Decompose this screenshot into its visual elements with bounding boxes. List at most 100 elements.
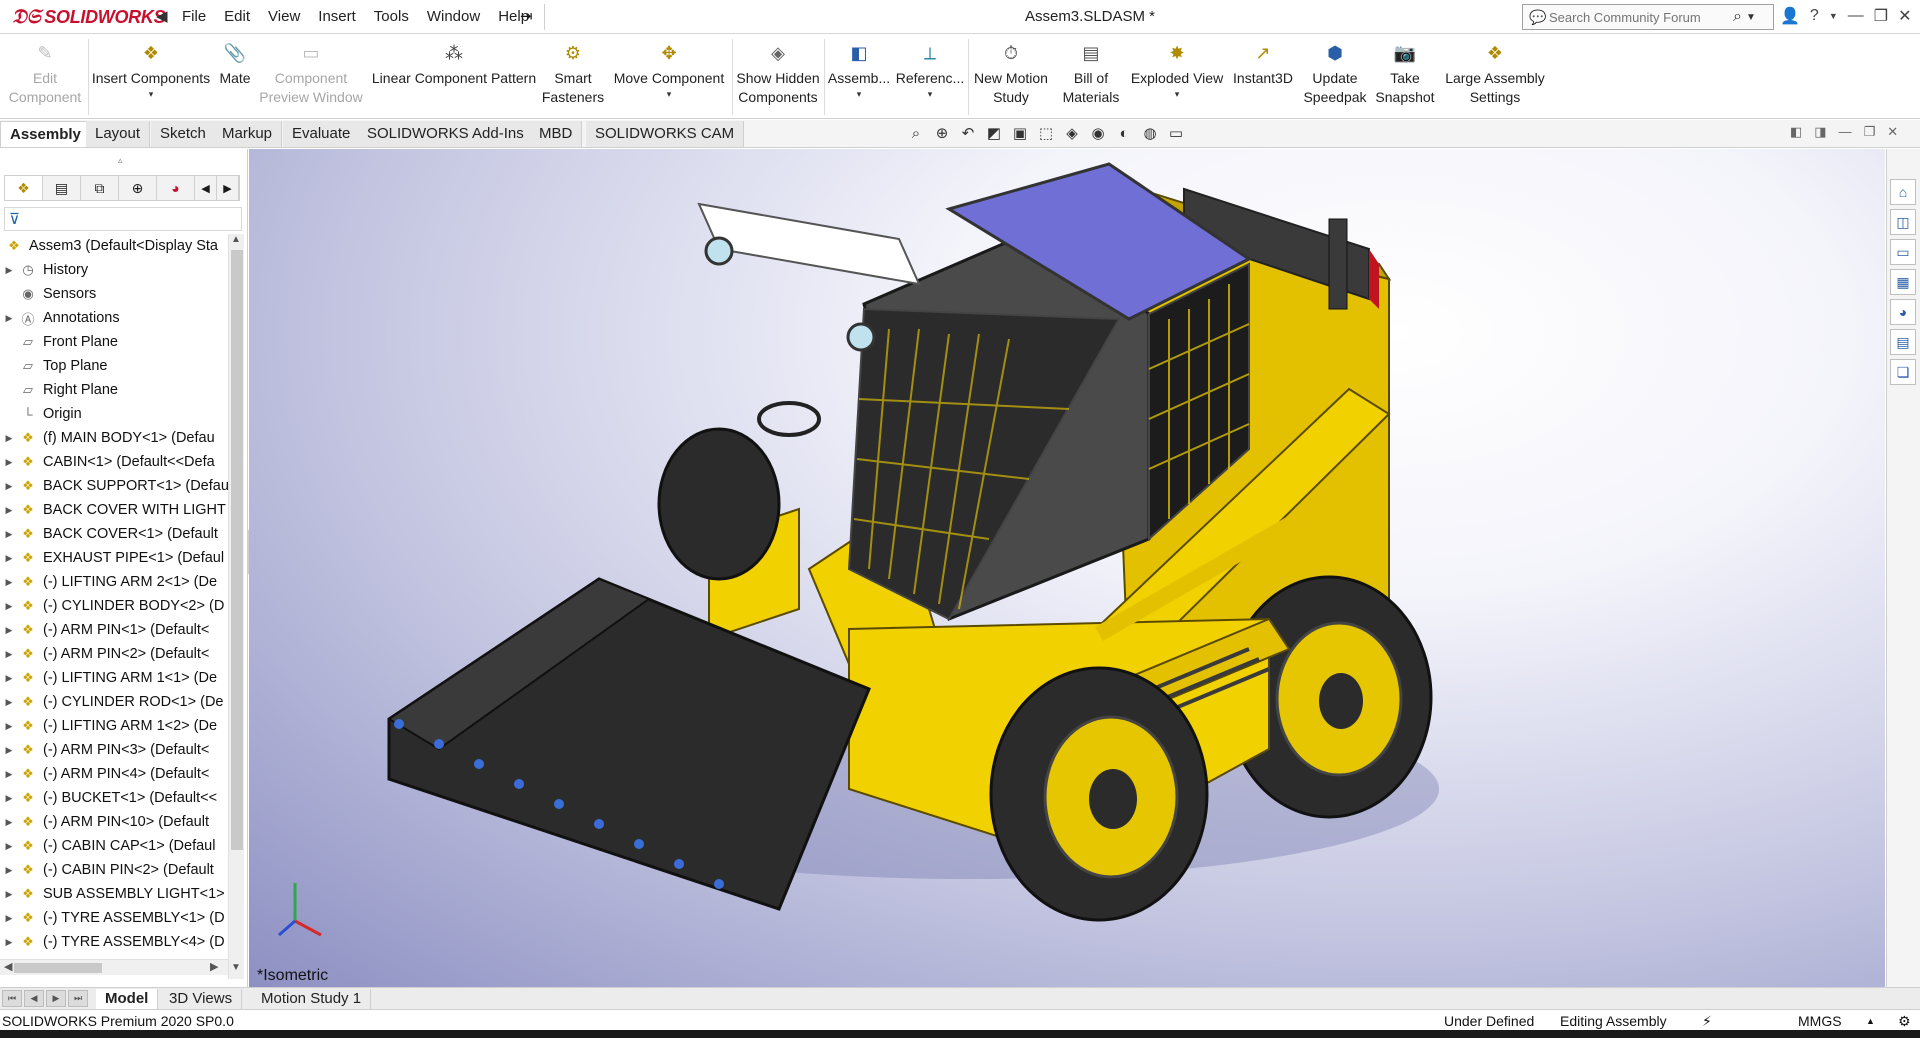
tile-right-icon[interactable]: ◨: [1814, 124, 1826, 140]
component-preview-window-button[interactable]: ▭ Component Preview Window: [258, 35, 364, 119]
large-assembly-settings-button[interactable]: ❖ Large Assembly Settings: [1442, 35, 1548, 119]
pin-menu-icon[interactable]: ⇥: [520, 7, 533, 25]
tree-item[interactable]: ▶ ❖ (-) CABIN PIN<2> (Default: [0, 858, 228, 882]
tree-filter[interactable]: ⊽: [4, 207, 242, 231]
tree-root[interactable]: ❖ Assem3 (Default<Display Sta: [0, 234, 228, 258]
tree-expand-icon[interactable]: ▶: [0, 601, 18, 612]
scroll-thumb[interactable]: [231, 250, 243, 850]
tab-motion-study-1[interactable]: Motion Study 1: [252, 989, 372, 1010]
tab-3d-views[interactable]: 3D Views: [160, 989, 243, 1010]
doc-restore-icon[interactable]: ❐: [1864, 124, 1876, 140]
tree-expand-icon[interactable]: ▶: [0, 433, 18, 444]
configuration-manager-tab-icon[interactable]: ⧉: [81, 176, 119, 200]
linear-component-pattern-button[interactable]: ⁂ Linear Component Pattern: [368, 35, 540, 119]
tree-expand-icon[interactable]: ▶: [0, 313, 18, 324]
tabs-scroll-right-icon[interactable]: ▶: [217, 176, 239, 200]
doc-minimize-icon[interactable]: —: [1839, 124, 1852, 140]
doc-close-icon[interactable]: ✕: [1887, 124, 1898, 140]
menu-tools[interactable]: Tools: [374, 8, 409, 25]
menu-insert[interactable]: Insert: [318, 8, 356, 25]
tab-model[interactable]: Model: [96, 989, 159, 1010]
tab-evaluate[interactable]: Evaluate: [283, 121, 361, 147]
tab-assembly[interactable]: Assembly: [0, 121, 91, 147]
tree-item[interactable]: ▶ ❖ BACK SUPPORT<1> (Defau: [0, 474, 228, 498]
tab-solidworks-cam[interactable]: SOLIDWORKS CAM: [586, 121, 745, 147]
rebuild-icon[interactable]: ⚡: [1702, 1013, 1712, 1030]
tree-expand-icon[interactable]: ▶: [0, 769, 18, 780]
user-icon[interactable]: 👤: [1780, 6, 1800, 26]
dimxpert-tab-icon[interactable]: ⊕: [119, 176, 157, 200]
help-icon[interactable]: ?: [1810, 7, 1819, 25]
zoom-to-fit-icon[interactable]: ⌕: [906, 125, 926, 142]
tree-item[interactable]: ▶ ❖ (-) CABIN CAP<1> (Defaul: [0, 834, 228, 858]
tree-expand-icon[interactable]: ▶: [0, 649, 18, 660]
tree-item[interactable]: ▶ ❖ (-) ARM PIN<1> (Default<: [0, 618, 228, 642]
apply-scene-icon[interactable]: ◍: [1140, 124, 1160, 142]
tree-expand-icon[interactable]: ▶: [0, 793, 18, 804]
tree-item[interactable]: ▶ ❖ (-) LIFTING ARM 1<1> (De: [0, 666, 228, 690]
tabs-scroll-left-icon[interactable]: ◀: [195, 176, 217, 200]
tree-item[interactable]: ▶ ❖ (-) ARM PIN<3> (Default<: [0, 738, 228, 762]
tree-item[interactable]: ▱ Front Plane: [0, 330, 228, 354]
assembly-features-button[interactable]: ◧ Assemb... ▾: [826, 35, 892, 119]
assembly-features-dropdown-icon[interactable]: ▾: [857, 88, 862, 100]
minimize-icon[interactable]: —: [1848, 7, 1864, 25]
tree-item[interactable]: ▶ ❖ (-) LIFTING ARM 1<2> (De: [0, 714, 228, 738]
tree-item[interactable]: ▶ ❖ (-) BUCKET<1> (Default<<: [0, 786, 228, 810]
tree-expand-icon[interactable]: ▶: [0, 721, 18, 732]
take-snapshot-button[interactable]: 📷 Take Snapshot: [1372, 35, 1438, 119]
reference-geometry-button[interactable]: ⟂ Referenc... ▾: [894, 35, 966, 119]
zoom-to-area-icon[interactable]: ⊕: [932, 124, 952, 142]
custom-properties-icon[interactable]: ▤: [1890, 329, 1916, 355]
new-motion-study-button[interactable]: ⏱ New Motion Study: [970, 35, 1052, 119]
tree-item[interactable]: └ Origin: [0, 402, 228, 426]
previous-view-icon[interactable]: ↶: [958, 124, 978, 142]
feature-manager-tab-icon[interactable]: ❖: [5, 176, 43, 200]
tree-item[interactable]: ▶ ❖ (-) ARM PIN<10> (Default: [0, 810, 228, 834]
tree-expand-icon[interactable]: ▶: [0, 937, 18, 948]
units-dropdown-icon[interactable]: ▲: [1866, 1016, 1875, 1026]
tree-expand-icon[interactable]: ▶: [0, 481, 18, 492]
graphics-viewport[interactable]: *Isometric: [249, 149, 1885, 987]
instant3d-button[interactable]: ↗ Instant3D: [1228, 35, 1298, 119]
section-view-icon[interactable]: ◩: [984, 124, 1004, 142]
move-component-button[interactable]: ✥ Move Component ▾: [608, 35, 730, 119]
tab-solidworks-add-ins[interactable]: SOLIDWORKS Add-Ins: [358, 121, 534, 147]
tab-sketch[interactable]: Sketch: [151, 121, 216, 147]
tree-item[interactable]: ▶ ❖ (-) ARM PIN<4> (Default<: [0, 762, 228, 786]
forum-icon[interactable]: ❏: [1890, 359, 1916, 385]
help-dropdown-icon[interactable]: ▼: [1829, 11, 1838, 21]
edit-component-button[interactable]: ✎ Edit Component: [4, 35, 86, 119]
edit-appearance-icon[interactable]: ◐: [1114, 125, 1134, 142]
tree-item[interactable]: ▶ ❖ (-) TYRE ASSEMBLY<4> (D: [0, 930, 228, 954]
tree-item[interactable]: ▶ ❖ BACK COVER WITH LIGHT: [0, 498, 228, 522]
design-library-icon[interactable]: ◫: [1890, 209, 1916, 235]
view-palette-icon[interactable]: ▦: [1890, 269, 1916, 295]
tree-expand-icon[interactable]: ▶: [0, 889, 18, 900]
tree-expand-icon[interactable]: ▶: [0, 841, 18, 852]
view-settings-icon[interactable]: ▭: [1166, 124, 1186, 142]
show-hidden-components-button[interactable]: ◈ Show Hidden Components: [734, 35, 822, 119]
search-icon[interactable]: ⌕: [1733, 8, 1742, 26]
tree-item[interactable]: ▶ ❖ SUB ASSEMBLY LIGHT<1>: [0, 882, 228, 906]
tree-vertical-scrollbar[interactable]: ▲ ▼: [228, 234, 244, 979]
tree-expand-icon[interactable]: ▶: [0, 553, 18, 564]
menu-file[interactable]: File: [182, 8, 206, 25]
tree-item[interactable]: ▱ Right Plane: [0, 378, 228, 402]
exploded-view-button[interactable]: ✸ Exploded View ▾: [1130, 35, 1224, 119]
tree-item[interactable]: ▶ ❖ BACK COVER<1> (Default: [0, 522, 228, 546]
search-input[interactable]: [1549, 9, 1727, 25]
tree-expand-icon[interactable]: ▶: [0, 529, 18, 540]
tree-expand-icon[interactable]: ▶: [0, 505, 18, 516]
tree-item[interactable]: ▶ ❖ (-) LIFTING ARM 2<1> (De: [0, 570, 228, 594]
tree-horizontal-scrollbar[interactable]: ◀ ▶: [0, 959, 228, 975]
scroll-right-icon[interactable]: ▶: [210, 960, 218, 973]
tree-expand-icon[interactable]: ▶: [0, 745, 18, 756]
smart-fasteners-button[interactable]: ⚙ Smart Fasteners: [542, 35, 604, 119]
tree-item[interactable]: ◉ Sensors: [0, 282, 228, 306]
menu-window[interactable]: Window: [427, 8, 480, 25]
move-component-dropdown-icon[interactable]: ▾: [667, 88, 672, 100]
last-tab-icon[interactable]: ⏭: [68, 990, 88, 1007]
tree-expand-icon[interactable]: ▶: [0, 457, 18, 468]
scroll-down-icon[interactable]: ▼: [231, 962, 241, 973]
